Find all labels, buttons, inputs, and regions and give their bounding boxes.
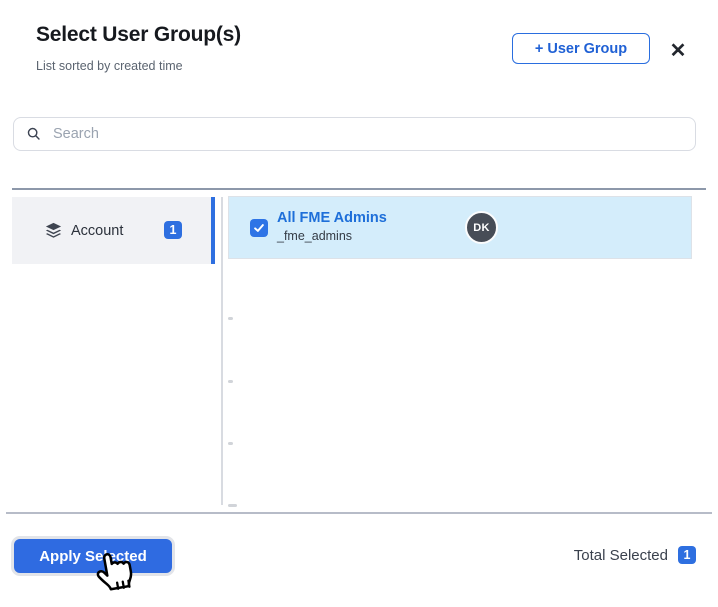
page-title: Select User Group(s)	[36, 23, 241, 46]
total-selected-label: Total Selected	[573, 546, 668, 564]
group-text: All FME Admins _fme_admins	[277, 210, 387, 243]
sort-info-text: List sorted by created time	[36, 59, 183, 73]
group-id-text: _fme_admins	[277, 229, 353, 243]
checkmark-icon	[254, 224, 264, 232]
avatar: DK	[465, 211, 498, 244]
group-checkbox-checked[interactable]	[250, 219, 268, 237]
search-box[interactable]	[13, 117, 696, 151]
list-placeholder-dot	[228, 317, 233, 320]
panel-divider	[221, 197, 223, 505]
group-name-link[interactable]: All FME Admins	[277, 210, 387, 226]
layers-icon	[44, 221, 63, 240]
search-input[interactable]	[51, 125, 683, 143]
total-selected: Total Selected 1	[574, 546, 696, 564]
close-icon[interactable]: ✕	[663, 35, 693, 65]
select-user-group-dialog: Select User Group(s) List sorted by crea…	[0, 0, 718, 594]
sidebar-item-account[interactable]: Account 1	[12, 197, 215, 264]
header-divider	[12, 188, 706, 190]
footer-divider	[6, 512, 712, 514]
sidebar-count-badge: 1	[164, 221, 182, 239]
sidebar-item-label: Account	[71, 222, 124, 239]
apply-selected-button[interactable]: Apply Selected	[14, 539, 172, 573]
group-list-item[interactable]: All FME Admins _fme_admins DK	[228, 196, 692, 259]
list-placeholder-dot	[228, 442, 233, 445]
total-selected-badge: 1	[678, 546, 696, 564]
add-user-group-button[interactable]: + User Group	[512, 33, 650, 64]
list-placeholder-dot	[228, 504, 237, 507]
search-icon	[26, 126, 42, 142]
list-placeholder-dot	[228, 380, 233, 383]
active-indicator-bar	[211, 197, 215, 264]
